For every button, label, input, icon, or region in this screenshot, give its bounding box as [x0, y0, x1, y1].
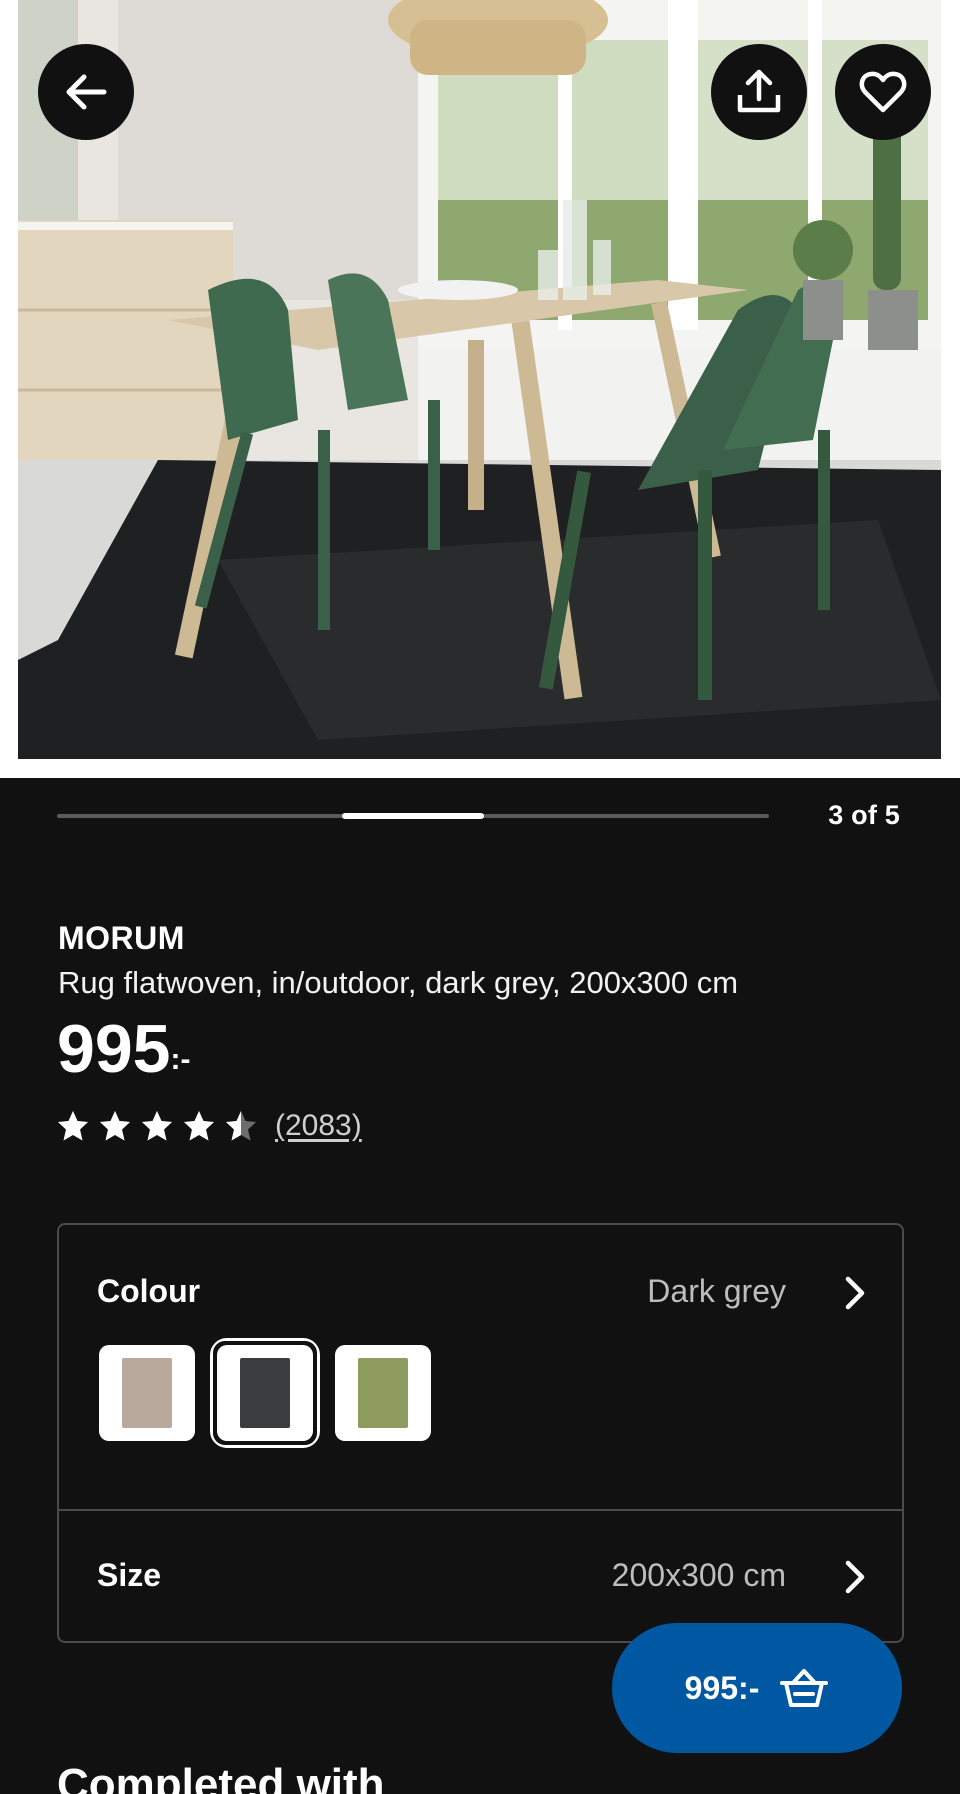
- swatch-rug-thumbnail: [122, 1358, 172, 1428]
- section-title-completed-with: Completed with: [57, 1760, 385, 1794]
- size-label: Size: [97, 1557, 162, 1593]
- colour-value: Dark grey: [647, 1273, 786, 1309]
- share-icon: [737, 69, 781, 113]
- size-value: 200x300 cm: [611, 1557, 786, 1593]
- product-price: 995 :-: [57, 1015, 190, 1083]
- chevron-right-icon: [845, 1560, 865, 1594]
- gallery-progress-bar: [57, 813, 769, 819]
- favourite-button[interactable]: [835, 44, 931, 140]
- colour-swatches: [99, 1338, 453, 1448]
- back-button[interactable]: [38, 44, 134, 140]
- colour-swatch[interactable]: [335, 1345, 431, 1441]
- review-count-link[interactable]: (2083): [275, 1109, 362, 1143]
- add-to-cart-button[interactable]: 995:-: [612, 1623, 902, 1753]
- rating-stars: [57, 1110, 267, 1142]
- product-description: Rug flatwoven, in/outdoor, dark grey, 20…: [58, 965, 739, 1000]
- gallery-progress-indicator: [341, 813, 485, 819]
- price-suffix: :-: [170, 1043, 191, 1076]
- colour-swatch[interactable]: [99, 1345, 195, 1441]
- product-photo[interactable]: [18, 0, 941, 759]
- cart-price: 995:-: [684, 1669, 760, 1706]
- product-options: Colour Dark grey Size 200x300 cm: [57, 1223, 904, 1643]
- share-button[interactable]: [711, 44, 807, 140]
- swatch-rug-thumbnail: [240, 1358, 290, 1428]
- heart-icon: [859, 71, 907, 113]
- gallery-counter: 3 of 5: [828, 800, 900, 830]
- star-full-icon: [100, 1111, 130, 1141]
- product-name: MORUM: [58, 920, 185, 956]
- star-full-icon: [142, 1111, 172, 1141]
- chevron-right-icon: [845, 1276, 865, 1310]
- star-full-icon: [184, 1111, 214, 1141]
- colour-label: Colour: [97, 1273, 201, 1309]
- product-rating[interactable]: (2083): [57, 1109, 362, 1143]
- swatch-rug-thumbnail: [358, 1358, 408, 1428]
- basket-icon: [780, 1669, 829, 1707]
- star-half-icon: [226, 1111, 256, 1141]
- price-amount: 995: [57, 1011, 171, 1087]
- arrow-left-icon: [66, 74, 107, 110]
- product-image-area: [0, 0, 960, 778]
- colour-swatch[interactable]: [210, 1338, 320, 1448]
- star-full-icon: [58, 1111, 88, 1141]
- colour-option[interactable]: Colour Dark grey: [59, 1225, 902, 1507]
